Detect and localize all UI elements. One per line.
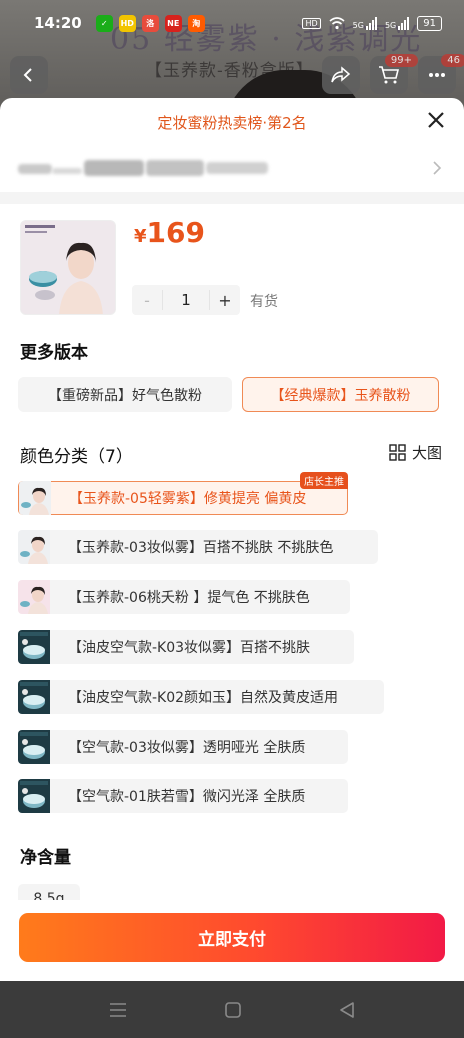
status-app-icons: ✓ HD 洛 NE 淘	[95, 14, 205, 32]
status-right: HD 5G 5G 91	[302, 15, 442, 31]
color-option-label: 【油皮空气款-K03妆似雾】百搭不挑肤	[68, 640, 311, 656]
net-content-title: 净含量	[20, 848, 71, 868]
recommended-badge: 店长主推	[300, 472, 348, 489]
color-option-3[interactable]: 【玉养款-06桃夭粉 】提气色 不挑肤色	[18, 580, 350, 614]
big-view-toggle[interactable]: 大图	[389, 442, 442, 463]
taobao-icon: 淘	[187, 14, 205, 32]
section-divider	[0, 192, 464, 204]
color-thumbnail	[18, 630, 50, 664]
color-option-4[interactable]: 【油皮空气款-K03妆似雾】百搭不挑肤	[18, 630, 354, 664]
color-option-7[interactable]: 【空气款-01肤若雪】微闪光泽 全肤质	[18, 779, 348, 813]
more-icon	[429, 73, 445, 77]
color-option-label: 【空气款-01肤若雪】微闪光泽 全肤质	[68, 789, 306, 805]
product-thumbnail[interactable]	[20, 220, 116, 315]
color-thumbnail	[18, 580, 50, 614]
color-thumbnail	[18, 680, 50, 714]
share-button[interactable]	[322, 56, 360, 94]
bilibili-icon: HD	[118, 14, 136, 32]
color-option-1[interactable]: 【玉养款-05轻雾紫】修黄提亮 偏黄皮 店长主推	[18, 472, 348, 515]
color-option-label: 【玉养款-03妆似雾】百搭不挑肤 不挑肤色	[68, 540, 334, 556]
message-button[interactable]: 46	[418, 54, 464, 94]
color-option-2[interactable]: 【玉养款-03妆似雾】百搭不挑肤 不挑肤色	[18, 530, 378, 564]
colors-title: 颜色分类（7）	[20, 447, 133, 467]
color-option-5[interactable]: 【油皮空气款-K02颜如玉】自然及黄皮适用	[18, 680, 384, 714]
color-thumbnail	[18, 730, 50, 764]
pay-now-button[interactable]: 立即支付	[19, 913, 445, 962]
hd-icon: HD	[302, 17, 321, 29]
wechat-icon: ✓	[95, 14, 113, 32]
shipping-address-row[interactable]	[0, 146, 464, 192]
stock-status: 有货	[250, 294, 278, 310]
product-price: ¥169	[134, 216, 205, 249]
color-option-label: 【油皮空气款-K02颜如玉】自然及黄皮适用	[68, 690, 339, 706]
battery-icon: 91	[417, 15, 442, 31]
message-badge: 46	[441, 54, 464, 67]
signal-icon: 5G	[352, 16, 377, 30]
sku-selector-sheet: 定妆蜜粉热卖榜·第2名 ¥169 - 1 + 有货 更多版本 【重磅新品】好气色…	[0, 98, 464, 981]
cart-icon	[379, 66, 400, 84]
color-option-label: 【玉养款-05轻雾紫】修黄提亮 偏黄皮	[69, 491, 307, 507]
back-triangle-icon[interactable]	[339, 1001, 355, 1018]
network-label-1: 5G	[352, 20, 364, 30]
app-red-icon: 洛	[141, 14, 159, 32]
version-option-new[interactable]: 【重磅新品】好气色散粉	[18, 377, 232, 412]
versions-title: 更多版本	[20, 343, 88, 363]
home-icon[interactable]	[225, 1001, 241, 1018]
share-icon	[331, 66, 351, 83]
netease-icon: NE	[164, 14, 182, 32]
color-option-6[interactable]: 【空气款-03妆似雾】透明哑光 全肤质	[18, 730, 348, 764]
status-bar: 14:20 ✓ HD 洛 NE 淘 HD 5G 5G 91	[0, 0, 464, 46]
color-thumbnail	[19, 481, 51, 515]
price-symbol: ¥	[134, 226, 147, 247]
system-nav-bar	[0, 981, 464, 1038]
rank-banner[interactable]: 定妆蜜粉热卖榜·第2名	[0, 112, 464, 133]
signal-icon-2: 5G	[384, 16, 410, 30]
cart-badge: 99+	[384, 54, 418, 67]
product-image	[21, 221, 115, 314]
color-option-label: 【空气款-03妆似雾】透明哑光 全肤质	[68, 740, 306, 756]
chevron-right-icon	[433, 161, 442, 175]
quantity-increment-button[interactable]: +	[210, 291, 240, 310]
menu-icon[interactable]	[109, 1002, 127, 1018]
quantity-stepper: - 1 +	[132, 285, 240, 315]
color-option-label: 【玉养款-06桃夭粉 】提气色 不挑肤色	[68, 590, 310, 606]
color-thumbnail	[18, 530, 50, 564]
color-thumbnail	[18, 779, 50, 813]
network-label-2: 5G	[384, 20, 397, 30]
status-time: 14:20	[34, 14, 82, 32]
quantity-value[interactable]: 1	[162, 290, 210, 310]
big-view-label: 大图	[411, 444, 442, 462]
grid-icon	[389, 444, 406, 461]
close-icon	[428, 112, 444, 128]
close-button[interactable]	[424, 108, 448, 132]
pay-area: 立即支付	[0, 900, 464, 981]
address-blurred	[18, 164, 52, 174]
quantity-decrement-button[interactable]: -	[132, 291, 162, 310]
chevron-left-icon	[23, 68, 32, 82]
version-option-classic[interactable]: 【经典爆款】玉养散粉	[242, 377, 439, 412]
cart-button[interactable]: 99+	[370, 54, 418, 94]
price-value: 169	[146, 216, 205, 249]
wifi-icon	[329, 16, 345, 29]
back-button[interactable]	[10, 56, 48, 94]
